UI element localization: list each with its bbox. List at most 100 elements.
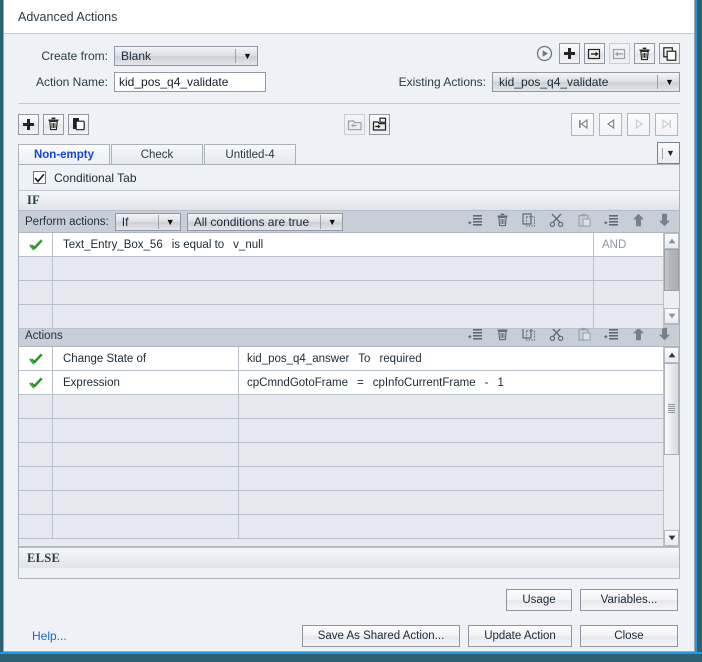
- row-conjunction-cell: [593, 281, 663, 304]
- cut-action-row-button[interactable]: [549, 327, 564, 344]
- row-params-cell: [239, 491, 663, 514]
- action-enabled-icon[interactable]: [19, 371, 53, 394]
- update-action-button[interactable]: Update Action: [468, 625, 572, 647]
- perform-actions-bar: Perform actions: If ▼ All conditions are…: [19, 211, 679, 233]
- dropdown-separator: [662, 147, 664, 159]
- table-row-empty[interactable]: [19, 281, 663, 305]
- create-from-dropdown[interactable]: Blank ▼: [114, 46, 258, 66]
- delete-action-button[interactable]: [634, 43, 655, 64]
- save-as-shared-action-button[interactable]: Save As Shared Action...: [302, 625, 460, 647]
- table-row[interactable]: Text_Entry_Box_56 is equal to v_null AND: [19, 233, 663, 257]
- import-action-button[interactable]: [609, 43, 630, 64]
- paste-action-row-button[interactable]: [577, 327, 591, 344]
- dropdown-separator: [319, 214, 321, 229]
- add-action-row-button[interactable]: [468, 328, 483, 344]
- action-parameters: cpCmndGotoFrame = cpInfoCurrentFrame - 1: [239, 371, 663, 394]
- add-condition-button[interactable]: [468, 214, 483, 230]
- create-from-value: Blank: [121, 49, 152, 63]
- last-tab-button[interactable]: [655, 112, 678, 136]
- first-tab-button[interactable]: [571, 112, 594, 136]
- move-condition-down-button[interactable]: [658, 213, 671, 230]
- window-edge-right-accent: [695, 0, 697, 662]
- create-from-row: Create from: Blank ▼: [30, 46, 258, 66]
- close-button[interactable]: Close: [580, 625, 678, 647]
- previous-tab-button[interactable]: [599, 112, 622, 136]
- table-row-empty[interactable]: [19, 419, 663, 443]
- table-row[interactable]: Expression cpCmndGotoFrame = cpInfoCurre…: [19, 371, 663, 395]
- row-type-cell: [53, 419, 239, 442]
- existing-actions-label: Existing Actions:: [398, 75, 486, 89]
- scroll-up-button[interactable]: [664, 233, 679, 249]
- duplicate-action-button[interactable]: [659, 43, 680, 64]
- scroll-down-button[interactable]: [664, 530, 679, 546]
- table-row-empty[interactable]: [19, 515, 663, 539]
- action-param-3: cpInfoCurrentFrame: [372, 376, 476, 389]
- scroll-track[interactable]: [664, 249, 679, 308]
- conditions-grid: Text_Entry_Box_56 is equal to v_null AND: [19, 233, 679, 329]
- footer-row-top: Usage Variables...: [18, 589, 680, 611]
- insert-condition-button[interactable]: [604, 214, 619, 230]
- tab-check[interactable]: Check: [111, 144, 203, 164]
- table-row-empty[interactable]: [19, 443, 663, 467]
- add-action-button[interactable]: [559, 43, 580, 64]
- scroll-thumb[interactable]: [664, 249, 679, 292]
- duplicate-tab-button[interactable]: [68, 113, 89, 135]
- delete-action-row-button[interactable]: [496, 327, 509, 344]
- conditional-tab-row[interactable]: Conditional Tab: [19, 165, 679, 191]
- move-condition-up-button[interactable]: [632, 213, 645, 230]
- paste-condition-button[interactable]: [577, 213, 591, 230]
- dialog-footer: Usage Variables... Help... Save As Share…: [18, 579, 680, 651]
- condition-conjunction: AND: [593, 233, 663, 256]
- table-row-empty[interactable]: [19, 395, 663, 419]
- table-row-empty[interactable]: [19, 491, 663, 515]
- copy-condition-button[interactable]: [522, 213, 536, 230]
- add-tab-button[interactable]: [18, 113, 39, 135]
- table-row[interactable]: Change State of kid_pos_q4_answer To req…: [19, 347, 663, 371]
- insert-action-row-button[interactable]: [604, 328, 619, 344]
- action-enabled-icon[interactable]: [19, 347, 53, 370]
- variables-button[interactable]: Variables...: [580, 589, 678, 611]
- import-decision-button[interactable]: [344, 113, 365, 135]
- help-link[interactable]: Help...: [18, 629, 67, 643]
- decision-panel: Conditional Tab IF Perform actions: If ▼…: [18, 164, 680, 579]
- scroll-track[interactable]: [664, 363, 679, 530]
- dropdown-separator: [157, 214, 159, 229]
- export-decision-button[interactable]: [369, 113, 390, 135]
- move-action-up-button[interactable]: [632, 327, 645, 344]
- copy-action-row-button[interactable]: [522, 327, 536, 344]
- window-edge-right: [697, 0, 702, 662]
- condition-toolbar: [468, 213, 679, 230]
- tab-overflow-dropdown[interactable]: ▼: [657, 142, 680, 164]
- tab-toolbar: [18, 104, 680, 144]
- action-param-1: kid_pos_q4_answer: [247, 352, 350, 365]
- preview-action-button[interactable]: [534, 43, 555, 64]
- usage-button[interactable]: Usage: [506, 589, 572, 611]
- chevron-down-icon: ▼: [165, 216, 175, 227]
- perform-mode-dropdown[interactable]: If ▼: [114, 212, 181, 231]
- condition-mode-dropdown[interactable]: All conditions are true ▼: [186, 212, 343, 231]
- delete-condition-button[interactable]: [496, 213, 509, 230]
- row-params-cell: [239, 467, 663, 490]
- table-row-empty[interactable]: [19, 257, 663, 281]
- row-main-cell: [53, 281, 593, 304]
- tab-non-empty[interactable]: Non-empty: [18, 144, 110, 164]
- actions-grid: Change State of kid_pos_q4_answer To req…: [19, 347, 679, 547]
- delete-tab-button[interactable]: [43, 113, 64, 135]
- export-action-button[interactable]: [584, 43, 605, 64]
- condition-enabled-icon[interactable]: [19, 233, 53, 256]
- tab-untitled-4[interactable]: Untitled-4: [204, 144, 296, 164]
- table-row-empty[interactable]: [19, 467, 663, 491]
- cut-condition-button[interactable]: [549, 213, 564, 230]
- action-name-input[interactable]: kid_pos_q4_validate: [114, 72, 266, 92]
- move-action-down-button[interactable]: [658, 327, 671, 344]
- scroll-up-button[interactable]: [664, 347, 679, 363]
- scroll-thumb[interactable]: [664, 363, 679, 455]
- conditions-scrollbar[interactable]: [663, 233, 679, 324]
- existing-actions-dropdown[interactable]: kid_pos_q4_validate ▼: [492, 72, 680, 92]
- actions-scrollbar[interactable]: [663, 347, 679, 546]
- scroll-down-button[interactable]: [664, 308, 679, 324]
- next-tab-button[interactable]: [627, 112, 650, 136]
- existing-actions-row: Existing Actions: kid_pos_q4_validate ▼: [399, 72, 680, 92]
- table-row-empty[interactable]: [19, 305, 663, 329]
- conditional-tab-checkbox[interactable]: [33, 171, 46, 184]
